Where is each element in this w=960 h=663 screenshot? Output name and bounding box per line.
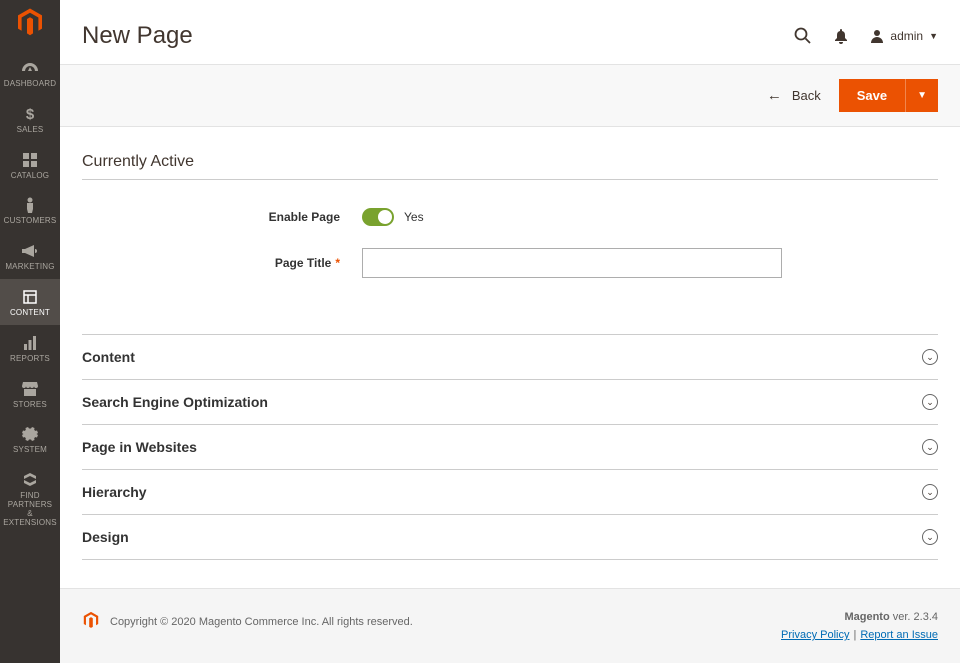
section-design[interactable]: Design ⌄: [82, 515, 938, 560]
notifications-icon[interactable]: [834, 28, 848, 44]
sidebar-item-label: DASHBOARD: [4, 80, 56, 89]
grid-icon: [23, 151, 37, 169]
magento-logo[interactable]: [12, 4, 48, 40]
page-title: New Page: [82, 22, 193, 50]
dollar-icon: $: [24, 105, 36, 123]
sidebar-item-label: CUSTOMERS: [4, 217, 57, 226]
sidebar-item-marketing[interactable]: MARKETING: [0, 233, 60, 279]
section-hierarchy[interactable]: Hierarchy ⌄: [82, 470, 938, 515]
sidebar-item-customers[interactable]: CUSTOMERS: [0, 187, 60, 233]
sidebar-item-label: SALES: [17, 126, 44, 135]
enable-page-label: Enable Page: [82, 210, 362, 224]
sidebar-item-extensions[interactable]: FIND PARTNERS & EXTENSIONS: [0, 462, 60, 534]
section-label: Hierarchy: [82, 484, 147, 500]
back-label: Back: [792, 88, 821, 103]
sidebar-item-stores[interactable]: STORES: [0, 371, 60, 417]
section-page-in-websites[interactable]: Page in Websites ⌄: [82, 425, 938, 470]
user-name: admin: [890, 29, 923, 43]
toggle-state-text: Yes: [404, 210, 424, 224]
page-title-input[interactable]: [362, 248, 782, 278]
sidebar-item-content[interactable]: CONTENT: [0, 279, 60, 325]
bars-icon: [23, 334, 37, 352]
section-seo[interactable]: Search Engine Optimization ⌄: [82, 380, 938, 425]
chevron-down-icon: ⌄: [922, 529, 938, 545]
storefront-icon: [22, 380, 38, 398]
user-icon: [870, 29, 884, 43]
sidebar-item-reports[interactable]: REPORTS: [0, 325, 60, 371]
privacy-policy-link[interactable]: Privacy Policy: [781, 629, 849, 641]
page-title-label: Page Title*: [82, 256, 362, 270]
save-button[interactable]: Save: [839, 79, 905, 112]
user-menu[interactable]: admin ▼: [870, 29, 938, 43]
section-label: Page in Websites: [82, 439, 197, 455]
report-issue-link[interactable]: Report an Issue: [860, 629, 938, 641]
version-prefix: ver.: [890, 611, 914, 623]
section-label: Search Engine Optimization: [82, 394, 268, 410]
gear-icon: [22, 425, 38, 443]
sidebar-item-label: REPORTS: [10, 355, 50, 364]
person-icon: [25, 196, 35, 214]
sidebar-item-label: MARKETING: [5, 263, 54, 272]
sidebar-item-dashboard[interactable]: DASHBOARD: [0, 50, 60, 96]
sidebar: DASHBOARD $ SALES CATALOG CUSTOMERS MARK…: [0, 0, 60, 663]
magento-logo-small: [82, 611, 100, 632]
sidebar-item-label: FIND PARTNERS & EXTENSIONS: [0, 492, 60, 527]
save-dropdown-button[interactable]: ▼: [905, 79, 938, 112]
arrow-left-icon: ←: [767, 87, 782, 104]
extensions-icon: [22, 471, 38, 489]
sidebar-item-catalog[interactable]: CATALOG: [0, 142, 60, 188]
enable-page-toggle[interactable]: [362, 208, 394, 226]
caret-down-icon: ▼: [929, 31, 938, 41]
svg-text:$: $: [26, 106, 35, 122]
dashboard-icon: [21, 59, 39, 77]
copyright-text: Copyright © 2020 Magento Commerce Inc. A…: [110, 616, 413, 628]
section-content[interactable]: Content ⌄: [82, 334, 938, 380]
version-number: 2.3.4: [914, 611, 938, 623]
section-label: Design: [82, 529, 129, 545]
product-name: Magento: [844, 611, 889, 623]
chevron-down-icon: ⌄: [922, 349, 938, 365]
sidebar-item-label: SYSTEM: [13, 446, 47, 455]
chevron-down-icon: ⌄: [922, 439, 938, 455]
sidebar-item-label: CATALOG: [11, 172, 49, 181]
chevron-down-icon: ⌄: [922, 394, 938, 410]
chevron-down-icon: ⌄: [922, 484, 938, 500]
megaphone-icon: [22, 242, 38, 260]
sidebar-item-system[interactable]: SYSTEM: [0, 416, 60, 462]
action-bar: ← Back Save ▼: [60, 64, 960, 127]
back-button[interactable]: ← Back: [767, 87, 821, 104]
section-label: Content: [82, 349, 135, 365]
sidebar-item-label: STORES: [13, 401, 47, 410]
section-title: Currently Active: [82, 127, 938, 180]
search-icon[interactable]: [794, 27, 812, 45]
footer: Copyright © 2020 Magento Commerce Inc. A…: [60, 588, 960, 663]
layout-icon: [23, 288, 37, 306]
main-content: New Page admin ▼ ←: [60, 0, 960, 663]
sidebar-item-label: CONTENT: [10, 309, 50, 318]
sidebar-item-sales[interactable]: $ SALES: [0, 96, 60, 142]
